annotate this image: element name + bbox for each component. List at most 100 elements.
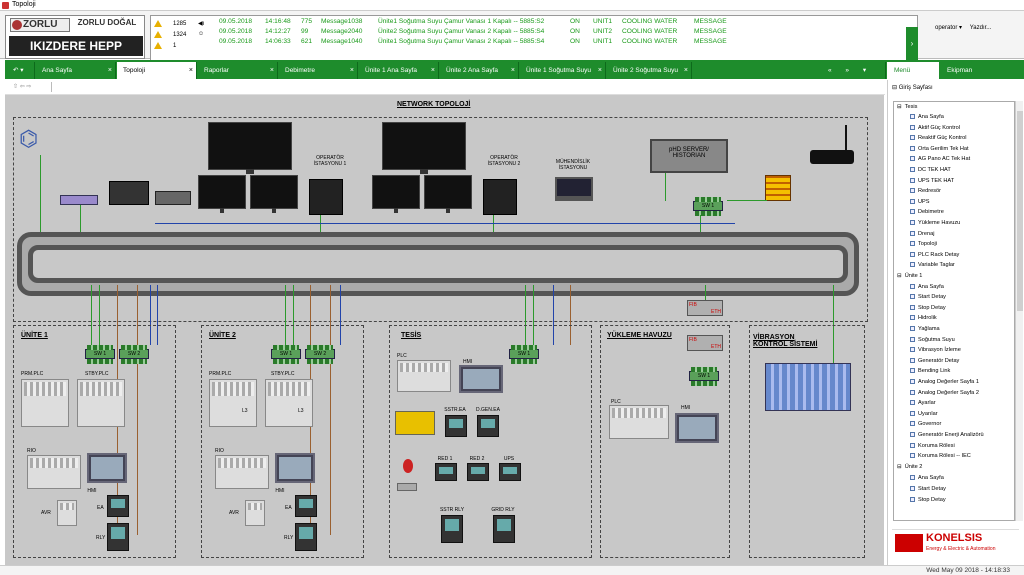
tab-unite2-sogutma[interactable]: Ünite 2 Soğutma Suyu ×	[607, 62, 692, 79]
menu-item[interactable]: Orta Gerilim Tek Hat	[910, 146, 969, 152]
scrollbar-thumb[interactable]	[1017, 111, 1023, 311]
relay	[441, 515, 463, 543]
avr	[245, 500, 265, 526]
menu-item[interactable]: UPS TEK HAT	[910, 178, 954, 184]
warning-icon	[154, 42, 162, 49]
status-bar: Wed May 09 2018 - 14:18:33	[0, 565, 1024, 575]
antenna-icon: ⌬	[19, 126, 39, 151]
generator-icon	[395, 411, 435, 435]
alarm-panel[interactable]: 1285 ◀ı 1324 ☺ 1 09.05.2018 14:16:48 775 Mess…	[150, 15, 918, 61]
company-logo: ZORLU ZORLU DOĞAL IKIZDERE HEPP	[5, 15, 145, 59]
menu-item[interactable]: Variable Taglar	[910, 262, 955, 268]
prm-plc	[209, 379, 257, 427]
menu-group-unite1[interactable]: Ünite 1	[897, 273, 923, 279]
prm-plc-label: PRM.PLC	[21, 371, 44, 377]
menu-item[interactable]: Ayarlar	[910, 400, 936, 406]
back-button[interactable]: ↶ ▾	[5, 62, 35, 79]
alarm-count-3[interactable]: 1	[154, 41, 214, 51]
menu-item[interactable]: Uyarılar	[910, 411, 938, 417]
hmi	[275, 453, 315, 483]
menu-item[interactable]: Ana Sayfa	[910, 114, 944, 120]
menu-item[interactable]: Analog Değerler Sayfa 1	[910, 379, 979, 385]
menu-item[interactable]: Yükleme Havuzu	[910, 220, 960, 226]
close-icon[interactable]: ×	[598, 62, 602, 79]
menu-item[interactable]: Topoloji	[910, 241, 937, 247]
menu-item[interactable]: Hidrolik	[910, 315, 937, 321]
menu-item[interactable]: Soğutma Suyu	[910, 337, 955, 343]
menu-item[interactable]: Debimetre	[910, 209, 944, 215]
menu-item[interactable]: Generatör Detay	[910, 358, 959, 364]
relay	[295, 523, 317, 551]
ea-label: EA	[97, 505, 104, 511]
menu-item[interactable]: Koruma Rölesi -- IEC	[910, 453, 971, 459]
menu-item[interactable]: Start Detay	[910, 486, 946, 492]
alarm-count-2[interactable]: 1324 ☺	[154, 30, 214, 40]
tab-topoloji[interactable]: Topoloji ×	[117, 62, 197, 79]
header: ZORLU ZORLU DOĞAL IKIZDERE HEPP 1285 ◀ı 1…	[0, 11, 1024, 61]
menu-item[interactable]: Generatör Enerji Analizörü	[910, 432, 984, 438]
link	[665, 173, 666, 201]
tab-unite1-sogutma[interactable]: Ünite 1 Soğutma Suyu ×	[520, 62, 606, 79]
close-icon[interactable]: ×	[684, 62, 688, 79]
tab-raporlar[interactable]: Raporlar ×	[198, 62, 278, 79]
section-title-tesis: TESİS	[401, 332, 422, 339]
alarm-count-1[interactable]: 1285 ◀ı	[154, 19, 214, 29]
alarm-expand-button[interactable]: ›	[906, 27, 918, 61]
konelsis-logo: KONELSIS Energy & Electric & Automation	[892, 529, 1019, 556]
menu-item[interactable]: Aktif Güç Kontrol	[910, 125, 960, 131]
tab-unite2-ana-sayfa[interactable]: Ünite 2 Ana Sayfa ×	[440, 62, 519, 79]
menu-panel: ⊟ Giriş Sayfası Tesis Ana Sayfa Aktif Gü…	[887, 80, 1024, 565]
menu-item[interactable]: Governor	[910, 421, 941, 427]
relay	[493, 515, 515, 543]
avr	[57, 500, 77, 526]
tab-debimetre[interactable]: Debimetre ×	[279, 62, 358, 79]
menu-item[interactable]: AG Pano AC Tek Hat	[910, 156, 970, 162]
close-icon[interactable]: ×	[189, 62, 193, 79]
close-icon[interactable]: ×	[511, 62, 515, 79]
close-icon[interactable]: ×	[270, 62, 274, 79]
menu-item[interactable]: Stop Detay	[910, 497, 946, 503]
menu-item[interactable]: Vibrasyon İzleme	[910, 347, 961, 353]
chevron-down-icon[interactable]: ▾	[959, 25, 964, 31]
home-link[interactable]: ⊟ Giriş Sayfası	[892, 84, 933, 91]
section-title-vibrasyon: VİBRASYON KONTROL SİSTEMİ	[753, 334, 818, 348]
nav-controls[interactable]: ⇧ ⇦ ⇨	[13, 83, 31, 90]
section-title-unite2: ÜNİTE 2	[209, 332, 236, 339]
menu-item[interactable]: Koruma Rölesi	[910, 443, 955, 449]
avr-label: AVR	[41, 510, 51, 516]
tab-unite1-ana-sayfa[interactable]: Ünite 1 Ana Sayfa ×	[359, 62, 439, 79]
print-button[interactable]: Yazdır...	[970, 25, 992, 31]
menu-item[interactable]: Start Detay	[910, 294, 946, 300]
menu-group-tesis[interactable]: Tesis	[897, 104, 918, 110]
menu-item[interactable]: UPS	[910, 199, 930, 205]
menu-tree[interactable]: Tesis Ana Sayfa Aktif Güç Kontrol Reakti…	[893, 101, 1015, 521]
close-icon[interactable]: ×	[350, 62, 354, 79]
laptop-icon	[555, 177, 593, 201]
menu-item[interactable]: Reaktif Güç Kontrol	[910, 135, 967, 141]
server-label: pHD SERVER/ HISTORIAN	[669, 147, 709, 159]
hmi	[675, 413, 719, 443]
menu-item[interactable]: Redresör	[910, 188, 941, 194]
menu-item[interactable]: Ana Sayfa	[910, 284, 944, 290]
konelsis-icon	[895, 534, 923, 552]
prm-plc	[21, 379, 69, 427]
menu-item[interactable]: Bending Link	[910, 368, 950, 374]
tab-scroll-controls[interactable]: « » ▾	[822, 62, 886, 79]
tab-menu[interactable]: Menü	[887, 62, 939, 79]
monitor-icon	[372, 175, 420, 213]
menu-item[interactable]: Ana Sayfa	[910, 475, 944, 481]
close-icon[interactable]: ×	[108, 62, 112, 79]
user-dropdown[interactable]: operator	[935, 25, 957, 31]
menu-item[interactable]: DC TEK HAT	[910, 167, 951, 173]
menu-item[interactable]: Analog Değerler Sayfa 2	[910, 390, 979, 396]
menu-item[interactable]: Stop Detay	[910, 305, 946, 311]
status-datetime: Wed May 09 2018 - 14:18:33	[926, 567, 1010, 574]
menu-group-unite2[interactable]: Ünite 2	[897, 464, 923, 470]
menu-item[interactable]: PLC Rack Detay	[910, 252, 959, 258]
menu-item[interactable]: Drenaj	[910, 231, 934, 237]
tab-ana-sayfa[interactable]: Ana Sayfa ×	[36, 62, 116, 79]
menu-item[interactable]: Yağlama	[910, 326, 940, 332]
close-icon[interactable]: ×	[431, 62, 435, 79]
tab-ekipman[interactable]: Ekipman	[940, 62, 1024, 79]
menu-scrollbar[interactable]	[1015, 101, 1023, 521]
